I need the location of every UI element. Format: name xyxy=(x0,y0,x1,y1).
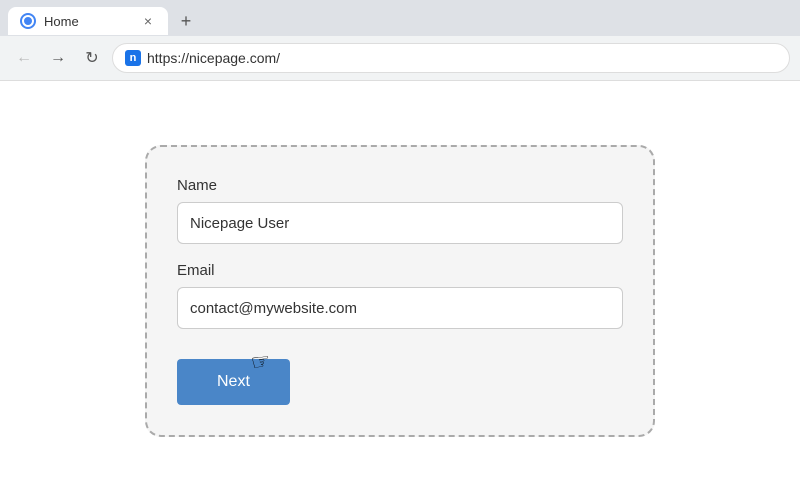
email-input[interactable] xyxy=(177,287,623,329)
name-input[interactable] xyxy=(177,202,623,244)
refresh-button[interactable]: ↻ xyxy=(78,44,106,72)
page-content: Name Email Next ☞ xyxy=(0,81,800,501)
next-button[interactable]: Next xyxy=(177,359,290,405)
browser-chrome: Home × + ← → ↻ https://nicepage.com/ xyxy=(0,0,800,81)
name-label: Name xyxy=(177,177,623,194)
address-text: https://nicepage.com/ xyxy=(147,50,280,66)
email-label: Email xyxy=(177,262,623,279)
form-card: Name Email Next ☞ xyxy=(145,145,655,437)
tab-favicon xyxy=(20,13,36,29)
tab-label: Home xyxy=(44,14,132,29)
browser-tab[interactable]: Home × xyxy=(8,7,168,35)
email-field-group: Email xyxy=(177,262,623,329)
forward-button[interactable]: → xyxy=(44,44,72,72)
back-button[interactable]: ← xyxy=(10,44,38,72)
new-tab-button[interactable]: + xyxy=(172,7,200,35)
tab-close-icon[interactable]: × xyxy=(140,12,156,30)
browser-toolbar: ← → ↻ https://nicepage.com/ xyxy=(0,36,800,80)
site-favicon xyxy=(125,50,141,66)
browser-title-bar: Home × + xyxy=(0,0,800,36)
address-bar[interactable]: https://nicepage.com/ xyxy=(112,43,790,73)
name-field-group: Name xyxy=(177,177,623,244)
